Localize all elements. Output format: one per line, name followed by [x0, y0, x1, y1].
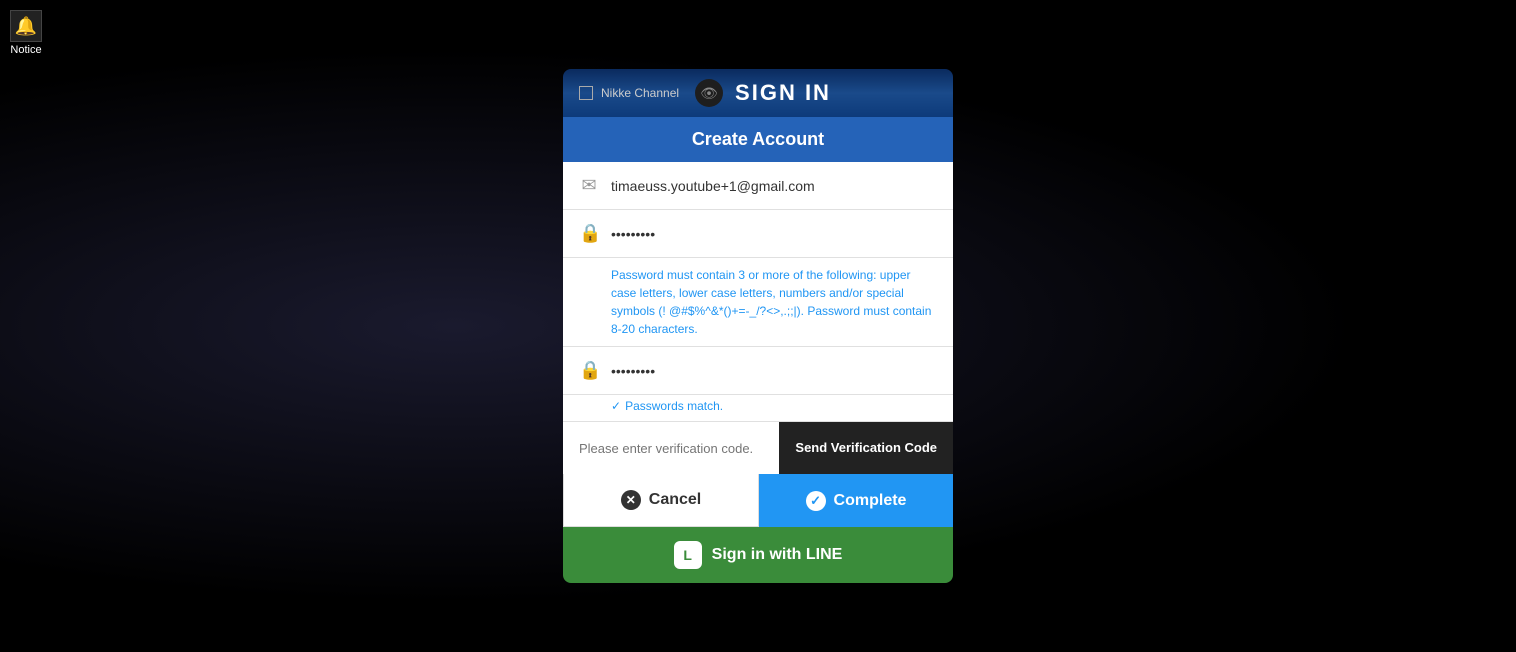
- passwords-match-row: ✓ Passwords match.: [563, 395, 953, 421]
- cancel-button[interactable]: ✕ Cancel: [563, 474, 759, 527]
- passwords-match-check: ✓: [611, 399, 621, 413]
- confirm-password-row: 🔒: [563, 347, 953, 395]
- email-icon: ✉: [579, 175, 599, 196]
- sign-in-text: SIGN IN: [735, 80, 831, 106]
- channel-checkbox[interactable]: [579, 86, 593, 100]
- email-input[interactable]: [611, 166, 937, 206]
- eye-icon: 👁: [695, 79, 723, 107]
- notice-label: Notice: [10, 44, 41, 56]
- confirm-password-icon: 🔒: [579, 360, 599, 381]
- create-account-modal: Create Account ✉ 🔒 Password must contain…: [563, 117, 953, 527]
- password-icon: 🔒: [579, 223, 599, 244]
- cancel-x-icon: ✕: [621, 490, 641, 510]
- verification-input[interactable]: [579, 427, 779, 470]
- passwords-match-label: Passwords match.: [625, 399, 723, 413]
- complete-check-icon: ✓: [806, 491, 826, 511]
- confirm-password-input[interactable]: [611, 351, 937, 391]
- password-hint: Password must contain 3 or more of the f…: [563, 258, 953, 347]
- signin-header: Nikke Channel 👁 SIGN IN: [563, 69, 953, 117]
- notice-bell-icon: 🔔: [10, 10, 42, 42]
- bottom-buttons: ✕ Cancel ✓ Complete: [563, 474, 953, 527]
- line-signin-label: Sign in with LINE: [712, 546, 843, 564]
- complete-button[interactable]: ✓ Complete: [759, 474, 953, 527]
- modal-wrapper: Nikke Channel 👁 SIGN IN Create Account ✉…: [563, 69, 953, 583]
- form-body: ✉ 🔒 Password must contain 3 or more of t…: [563, 162, 953, 474]
- password-row: 🔒: [563, 210, 953, 258]
- cancel-label: Cancel: [649, 491, 701, 509]
- line-signin-button[interactable]: L Sign in with LINE: [563, 527, 953, 583]
- password-input[interactable]: [611, 214, 937, 254]
- verification-row: Send Verification Code: [563, 421, 953, 474]
- channel-label: Nikke Channel: [601, 86, 679, 100]
- line-logo-icon: L: [674, 541, 702, 569]
- notice-widget[interactable]: 🔔 Notice: [10, 10, 42, 56]
- modal-title: Create Account: [563, 117, 953, 162]
- email-row: ✉: [563, 162, 953, 210]
- complete-label: Complete: [834, 492, 907, 510]
- send-verification-button[interactable]: Send Verification Code: [779, 422, 953, 474]
